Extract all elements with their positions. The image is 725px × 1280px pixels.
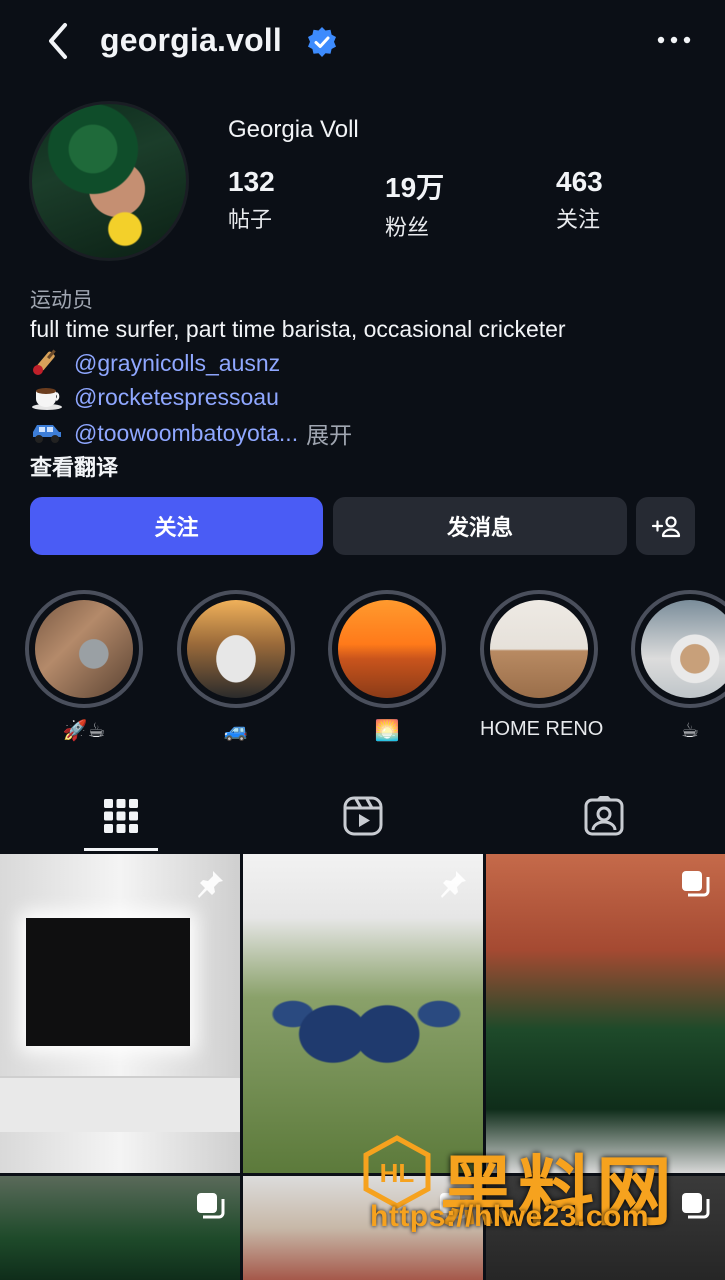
tagged-tab[interactable]: [544, 780, 664, 852]
stat-posts-label: 帖子: [228, 207, 273, 232]
highlight-cover: [35, 600, 133, 698]
cabinet-shape: [0, 1076, 240, 1132]
bio-link-rocketespresso[interactable]: @rocketespressoau: [74, 384, 279, 411]
highlight-ring: [631, 590, 725, 708]
see-translation-link[interactable]: 查看翻译: [30, 450, 118, 482]
post-thumbnail[interactable]: [0, 854, 240, 1173]
back-chevron-icon: [49, 23, 67, 59]
highlight-cover: [187, 600, 285, 698]
highlight-cover: [490, 600, 588, 698]
highlight-item[interactable]: 🚀☕: [25, 590, 143, 743]
profile-header: georgia.voll: [0, 0, 725, 84]
coffee-cup-icon: [32, 388, 62, 410]
post-thumbnail[interactable]: [243, 854, 483, 1173]
post-thumbnail[interactable]: [0, 1176, 240, 1280]
bio-text: full time surfer, part time barista, occ…: [30, 316, 566, 342]
bio-link-graynicolls[interactable]: @graynicolls_ausnz: [74, 350, 280, 377]
highlight-item[interactable]: ☕: [631, 590, 725, 743]
stat-followers[interactable]: 19万 粉丝: [385, 166, 444, 242]
stat-following[interactable]: 463 关注: [556, 166, 603, 234]
tagged-person-icon: [584, 796, 624, 836]
highlight-ring: [25, 590, 143, 708]
bio-link-row: @toowoombatoyota ... 展开: [30, 416, 352, 450]
message-button[interactable]: 发消息: [333, 497, 627, 555]
highlight-cover: [338, 600, 436, 698]
pin-icon: [198, 871, 223, 898]
watermark-url: https://hlwe23.com: [370, 1200, 650, 1233]
bio-link-toowoombatoyota[interactable]: @toowoombatoyota: [74, 420, 279, 447]
suggest-users-button[interactable]: [636, 497, 695, 555]
follow-button[interactable]: 关注: [30, 497, 323, 555]
more-dots-icon: [657, 36, 691, 44]
reels-tab[interactable]: [303, 780, 423, 852]
highlight-ring: [177, 590, 295, 708]
bio-truncation: ...: [278, 419, 299, 446]
car-icon: [33, 425, 61, 443]
players-shape: [263, 924, 463, 1124]
display-name: Georgia Voll: [228, 116, 359, 143]
highlight-ring: [328, 590, 446, 708]
grid-tab[interactable]: [61, 780, 181, 852]
stat-posts-value: 132: [228, 166, 275, 197]
grid-icon: [104, 799, 138, 833]
cricket-bat-icon: [33, 349, 56, 375]
highlight-label: HOME RENO: [480, 718, 604, 740]
bio-link-row: @graynicolls_ausnz: [30, 349, 280, 377]
highlight-label: 🚀☕: [62, 720, 106, 742]
watermark-logo-icon: HL: [363, 1135, 431, 1209]
highlight-item[interactable]: 🚙: [177, 590, 295, 743]
profile-tabs: [0, 780, 725, 852]
reels-icon: [343, 796, 383, 836]
highlight-label: ☕: [681, 720, 699, 742]
stat-followers-label: 粉丝: [385, 215, 430, 240]
highlight-item[interactable]: HOME RENO: [480, 590, 604, 741]
add-person-icon: [651, 516, 680, 538]
highlight-cover: [641, 600, 725, 698]
highlight-label: 🚙: [223, 720, 249, 742]
svg-text:HL: HL: [380, 1158, 415, 1188]
stat-following-value: 463: [556, 166, 603, 197]
profile-category: 运动员: [30, 289, 93, 312]
bio-link-row: @rocketespressoau: [30, 383, 279, 411]
highlight-ring: [480, 590, 598, 708]
multi-post-icon: [682, 1193, 710, 1219]
tv-shape: [26, 918, 190, 1046]
highlight-item[interactable]: 🌅: [328, 590, 446, 743]
profile-username: georgia.voll: [100, 22, 282, 58]
verified-badge-icon: [308, 27, 336, 57]
bio-expand-link[interactable]: 展开: [306, 416, 352, 450]
multi-post-icon: [197, 1193, 225, 1219]
more-options-button[interactable]: [654, 22, 694, 58]
back-button[interactable]: [38, 18, 78, 64]
active-tab-indicator: [84, 848, 158, 851]
stat-posts[interactable]: 132 帖子: [228, 166, 275, 234]
pin-icon: [441, 871, 466, 898]
stat-followers-value: 19万: [385, 172, 445, 203]
multi-post-icon: [682, 871, 710, 897]
post-thumbnail[interactable]: [486, 854, 725, 1173]
stat-following-label: 关注: [556, 207, 601, 232]
highlight-label: 🌅: [374, 720, 400, 742]
profile-avatar[interactable]: [29, 101, 189, 261]
